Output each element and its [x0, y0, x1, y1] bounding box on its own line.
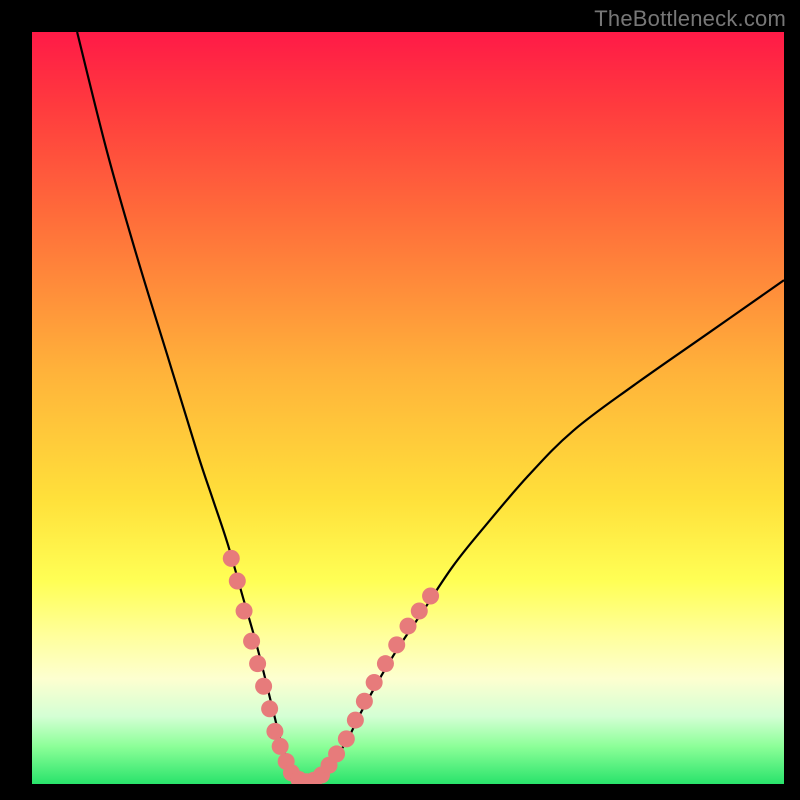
highlight-dot: [236, 603, 253, 620]
highlight-dot: [328, 745, 345, 762]
highlight-dot: [223, 550, 240, 567]
highlight-dot: [400, 618, 417, 635]
watermark-label: TheBottleneck.com: [594, 6, 786, 32]
highlight-dot: [266, 723, 283, 740]
highlight-dot: [272, 738, 289, 755]
highlight-dot: [366, 674, 383, 691]
highlight-dot: [249, 655, 266, 672]
highlight-dot: [422, 588, 439, 605]
highlight-dot: [255, 678, 272, 695]
bottleneck-curve: [77, 32, 784, 784]
highlight-dot: [338, 730, 355, 747]
highlight-dot: [347, 712, 364, 729]
highlight-dots: [223, 550, 439, 784]
highlight-dot: [356, 693, 373, 710]
highlight-dot: [411, 603, 428, 620]
chart-frame: TheBottleneck.com: [0, 0, 800, 800]
plot-area: [32, 32, 784, 784]
highlight-dot: [377, 655, 394, 672]
highlight-dot: [261, 700, 278, 717]
chart-svg: [32, 32, 784, 784]
highlight-dot: [388, 636, 405, 653]
highlight-dot: [229, 572, 246, 589]
highlight-dot: [243, 633, 260, 650]
